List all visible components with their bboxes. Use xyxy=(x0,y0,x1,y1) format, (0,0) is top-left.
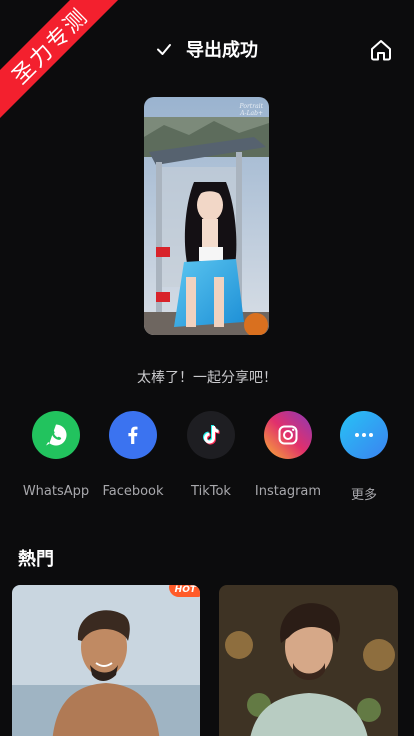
page-title: 导出成功 xyxy=(186,40,258,61)
share-label: 更多 xyxy=(350,488,377,503)
share-more-button[interactable]: 更多 xyxy=(319,411,409,503)
share-facebook-button[interactable]: Facebook xyxy=(88,411,178,499)
facebook-icon xyxy=(128,426,138,444)
share-options: WhatsApp Facebook TikTok Instagram 更多 xyxy=(0,411,414,511)
export-status: 导出成功 xyxy=(156,36,258,62)
trending-template-card[interactable]: HOT xyxy=(12,585,200,736)
share-label: Facebook xyxy=(102,484,164,499)
trending-section-title: 熱門 xyxy=(18,549,54,570)
whatsapp-icon xyxy=(46,424,67,446)
home-button[interactable] xyxy=(368,37,394,63)
tiktok-icon xyxy=(203,425,220,445)
share-prompt: 太棒了！一起分享吧！ xyxy=(137,370,277,386)
home-icon xyxy=(371,40,391,61)
hot-badge: HOT xyxy=(168,585,200,597)
trending-template-card[interactable] xyxy=(219,585,398,736)
more-icon xyxy=(355,433,373,437)
app-watermark: Portrait A-Lab+ xyxy=(239,103,263,117)
template-thumbnail xyxy=(219,585,398,736)
exported-video-preview[interactable]: Portrait A-Lab+ xyxy=(144,97,269,335)
instagram-icon xyxy=(278,425,298,445)
template-thumbnail xyxy=(12,585,200,736)
check-icon xyxy=(157,44,171,55)
